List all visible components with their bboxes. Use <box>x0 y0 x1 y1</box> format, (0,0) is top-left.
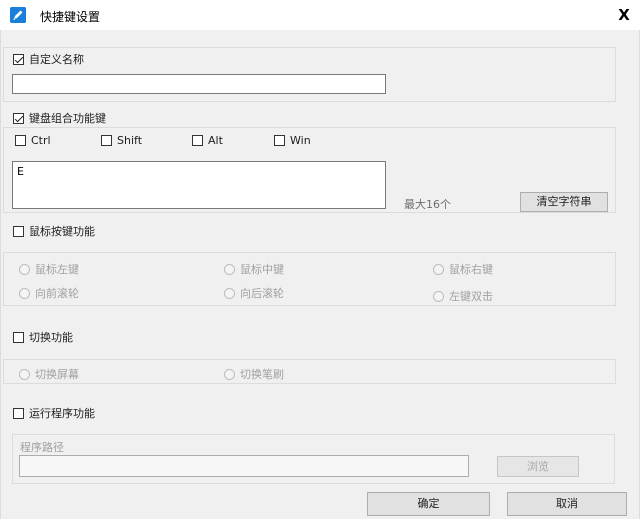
scroll-backward-radio[interactable]: 向后滚轮 <box>224 285 284 301</box>
radio-dot[interactable] <box>224 263 235 275</box>
clear-string-button[interactable]: 清空字符串 <box>520 192 608 212</box>
max-keys-hint: 最大16个 <box>404 198 451 211</box>
keys-input[interactable]: E <box>12 161 386 209</box>
run-program-checkbox[interactable]: 运行程序功能 <box>13 405 95 421</box>
modifier-shift-checkbox[interactable]: Shift <box>101 134 142 147</box>
checkbox-box[interactable] <box>13 407 24 419</box>
switch-brush-radio[interactable]: 切换笔刷 <box>224 366 284 382</box>
custom-name-field[interactable] <box>13 75 385 93</box>
modifier-alt-label: Alt <box>208 134 223 147</box>
cancel-button[interactable]: 取消 <box>507 492 627 516</box>
window-title: 快捷键设置 <box>40 10 101 24</box>
switch-function-label: 切换功能 <box>29 331 73 344</box>
program-path-label: 程序路径 <box>20 441 64 454</box>
scroll-backward-label: 向后滚轮 <box>240 287 284 300</box>
mouse-middle-label: 鼠标中键 <box>240 263 284 276</box>
run-program-label: 运行程序功能 <box>29 407 95 420</box>
checkbox-box[interactable] <box>13 331 24 343</box>
radio-dot[interactable] <box>224 368 235 380</box>
pen-icon <box>10 7 26 23</box>
custom-name-input[interactable] <box>12 74 386 94</box>
checkbox-box[interactable] <box>15 135 26 146</box>
custom-name-label: 自定义名称 <box>29 53 84 66</box>
custom-name-checkbox[interactable]: 自定义名称 <box>13 51 84 67</box>
left-double-click-label: 左键双击 <box>449 290 493 303</box>
close-button[interactable]: X <box>612 4 636 26</box>
switch-function-checkbox[interactable]: 切换功能 <box>13 329 73 345</box>
switch-screen-label: 切换屏幕 <box>35 368 79 381</box>
mouse-function-checkbox[interactable]: 鼠标按键功能 <box>13 223 95 239</box>
keys-field[interactable]: E <box>13 162 385 208</box>
checkbox-box[interactable] <box>13 112 24 124</box>
keyboard-combo-checkbox[interactable]: 键盘组合功能键 <box>13 110 106 126</box>
scroll-forward-radio[interactable]: 向前滚轮 <box>19 285 79 301</box>
checkbox-box[interactable] <box>274 135 285 146</box>
radio-dot[interactable] <box>19 263 30 275</box>
browse-button[interactable]: 浏览 <box>497 456 579 477</box>
checkbox-box[interactable] <box>192 135 203 146</box>
checkbox-box[interactable] <box>13 53 24 65</box>
mouse-right-label: 鼠标右键 <box>449 263 493 276</box>
switch-screen-radio[interactable]: 切换屏幕 <box>19 366 79 382</box>
modifier-win-label: Win <box>290 134 311 147</box>
radio-dot[interactable] <box>433 290 444 302</box>
mouse-middle-radio[interactable]: 鼠标中键 <box>224 261 284 277</box>
radio-dot[interactable] <box>19 287 30 299</box>
radio-dot[interactable] <box>433 263 444 275</box>
modifier-ctrl-checkbox[interactable]: Ctrl <box>15 134 51 147</box>
program-path-input[interactable] <box>19 455 469 477</box>
mouse-left-radio[interactable]: 鼠标左键 <box>19 261 79 277</box>
modifier-shift-label: Shift <box>117 134 143 147</box>
mouse-function-label: 鼠标按键功能 <box>29 225 95 238</box>
scroll-forward-label: 向前滚轮 <box>35 287 79 300</box>
modifier-ctrl-label: Ctrl <box>31 134 51 147</box>
program-path-field[interactable] <box>20 456 468 476</box>
checkbox-box[interactable] <box>101 135 112 146</box>
keyboard-combo-label: 键盘组合功能键 <box>29 112 106 125</box>
ok-button[interactable]: 确定 <box>367 492 490 516</box>
switch-group <box>3 359 616 384</box>
switch-brush-label: 切换笔刷 <box>240 368 284 381</box>
radio-dot[interactable] <box>224 287 235 299</box>
modifier-alt-checkbox[interactable]: Alt <box>192 134 223 147</box>
mouse-right-radio[interactable]: 鼠标右键 <box>433 261 493 277</box>
mouse-group <box>3 252 616 306</box>
mouse-left-label: 鼠标左键 <box>35 263 79 276</box>
modifier-win-checkbox[interactable]: Win <box>274 134 311 147</box>
left-double-click-radio[interactable]: 左键双击 <box>433 288 493 304</box>
title-bar: 快捷键设置 X <box>0 0 640 30</box>
radio-dot[interactable] <box>19 368 30 380</box>
checkbox-box[interactable] <box>13 225 24 237</box>
